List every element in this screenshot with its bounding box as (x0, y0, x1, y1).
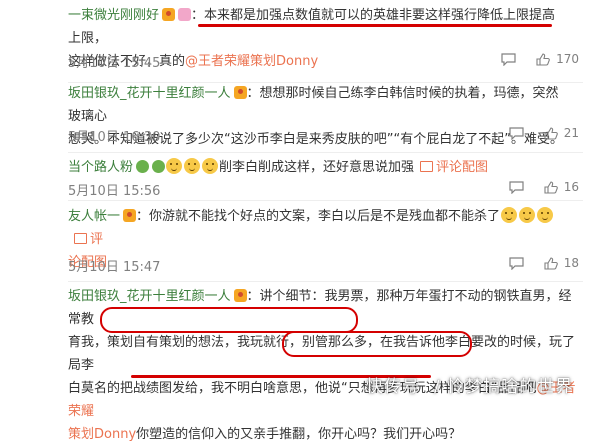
thumbs-up-icon (544, 256, 558, 270)
reply-button[interactable] (509, 126, 524, 140)
thumbs-up-icon (536, 52, 550, 66)
mention-link[interactable]: @王者荣耀策划Donny (185, 54, 318, 69)
mention-link[interactable]: 策划Donny (68, 427, 136, 442)
vip-badge-icon (178, 8, 192, 21)
laugh-emoji-icon (501, 207, 518, 223)
like-button[interactable]: 170 (536, 52, 579, 66)
reply-button[interactable] (501, 52, 516, 66)
comment-3-body: 当个路人粉 削李白削成这样，还好意思说加强 评论配图 (68, 156, 568, 179)
frog-badge-icon (152, 160, 166, 173)
comment-actions: 170 (501, 52, 579, 66)
comment-time: 5月10日 15:45 (68, 56, 161, 71)
comment-time: 5月10日 15:56 (68, 184, 161, 199)
like-button[interactable]: 21 (544, 126, 579, 140)
username[interactable]: 当个路人粉 (68, 160, 133, 175)
member-badge-icon (136, 160, 150, 173)
comment-time: 5月10日 15:47 (68, 260, 161, 275)
smile-emoji-icon (184, 158, 201, 174)
member-badge-icon (123, 209, 137, 222)
thumbs-up-icon (544, 180, 558, 194)
image-icon (420, 161, 434, 172)
reply-button[interactable] (509, 180, 524, 194)
comment-3: 当个路人粉 削李白削成这样，还好意思说加强 评论配图 5月10日 15:56 16 (0, 152, 597, 199)
comment-1: 一束微光刚刚好 ：本来都是加强点数值就可以的英雄非要这样强行降低上限提高上限， 这… (0, 0, 597, 84)
thumbs-up-icon (544, 126, 558, 140)
laugh-emoji-icon (519, 207, 536, 223)
comment-actions: 16 (509, 180, 579, 194)
like-count: 21 (563, 126, 579, 140)
username[interactable]: 友人帐一 (68, 209, 120, 224)
reply-icon (509, 180, 524, 194)
smile-emoji-icon (202, 158, 219, 174)
reply-button[interactable] (509, 256, 524, 270)
member-badge-icon (233, 86, 247, 99)
reply-icon (509, 256, 524, 270)
username[interactable]: 坂田银玖_花开十里红颜一人 (68, 86, 231, 101)
comment-actions: 18 (509, 256, 579, 270)
member-badge-icon (162, 8, 176, 21)
reply-icon (509, 126, 524, 140)
like-count: 170 (556, 52, 579, 66)
comment-4: 友人帐一 ：你游就不能找个好点的文案，李白以后是不是残血都不能杀了评 论配图 5月… (0, 200, 597, 278)
highlight-underline (198, 24, 552, 27)
like-button[interactable]: 18 (544, 256, 579, 270)
username[interactable]: 一束微光刚刚好 (68, 8, 159, 23)
username[interactable]: 坂田银玖_花开十里红颜一人 (68, 289, 231, 304)
comment-actions: 21 (509, 126, 579, 140)
highlight-oval (282, 331, 472, 357)
like-count: 18 (563, 256, 579, 270)
comment-text: 削李白削成这样，还好意思说加强 (219, 160, 415, 175)
comment-image-link[interactable]: 评论配图 (436, 160, 488, 175)
member-badge-icon (233, 289, 247, 302)
comment-time: 5月10日 16:30 (68, 130, 161, 145)
like-button[interactable]: 16 (544, 180, 579, 194)
comment-2: 坂田银玖_花开十里红颜一人 ：想想那时候自己练李白韩信时候的执着，玛德，突然玻璃心… (0, 82, 597, 152)
smile-emoji-icon (166, 158, 183, 174)
like-count: 16 (563, 180, 579, 194)
image-icon (74, 233, 87, 244)
highlight-oval (100, 307, 358, 333)
watermark: 快传号 / 怜梦搞啥的世界 (366, 377, 574, 397)
reply-icon (501, 52, 516, 66)
comment-text: 你游就不能找个好点的文案，李白以后是不是残血都不能杀了 (149, 209, 501, 224)
laugh-emoji-icon (537, 207, 554, 223)
